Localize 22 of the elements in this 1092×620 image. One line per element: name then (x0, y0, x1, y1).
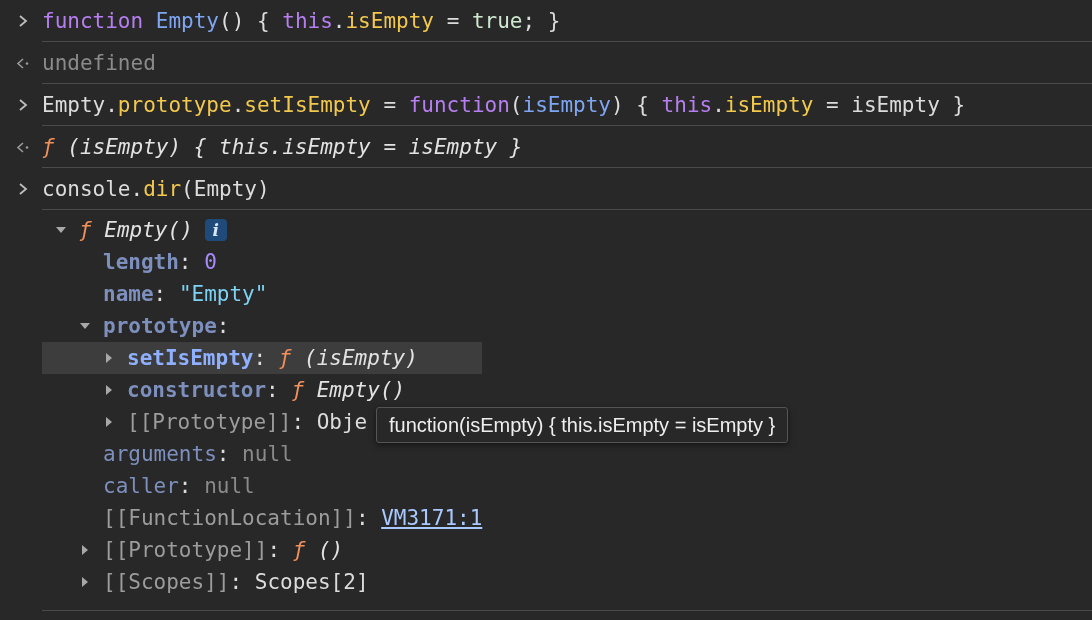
result-arrow-icon (16, 55, 30, 70)
property-text: prototype: (103, 313, 230, 339)
property-text: arguments: null (103, 441, 293, 467)
property-text: caller: null (103, 473, 255, 499)
property-text: [[Prototype]]: ƒ () (103, 537, 344, 563)
selected-tree-row[interactable]: setIsEmpty: ƒ (isEmpty) (42, 342, 483, 374)
result-text: undefined (42, 49, 156, 76)
input-code-text: console.dir(Empty) (42, 175, 270, 202)
input-code-text: Empty.prototype.setIsEmpty = function(isEmpty) { this.isEmpty = isEmpty } (42, 91, 966, 118)
property-text: length: 0 (103, 249, 217, 275)
info-badge[interactable]: i (204, 219, 227, 241)
input-code-text: function Empty() { this.isEmpty = true; } (42, 7, 561, 34)
tooltip: function(isEmpty) { this.isEmpty = isEmpty } (376, 407, 789, 443)
property-text: ƒ Empty() (79, 217, 193, 243)
property-text: [[FunctionLocation]]: VM3171:1 (103, 505, 483, 531)
property-text: [[Scopes]]: Scopes[2] (103, 569, 369, 595)
property-text: setIsEmpty: ƒ (isEmpty) (127, 345, 418, 371)
property-text: constructor: ƒ Empty() (127, 377, 406, 403)
property-text: [[Prototype]]: Obje (127, 409, 368, 435)
result-arrow-icon (16, 139, 30, 154)
property-text: name: "Empty" (103, 281, 268, 307)
result-text: ƒ (isEmpty) { this.isEmpty = isEmpty } (42, 133, 523, 160)
